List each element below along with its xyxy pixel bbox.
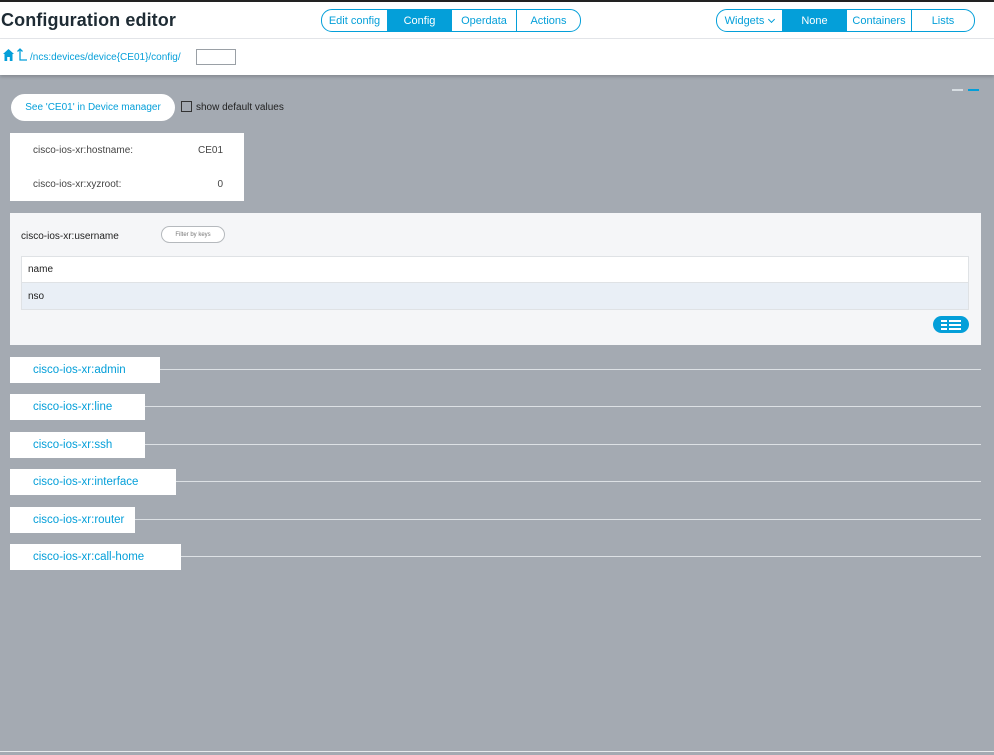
container-line[interactable]: cisco-ios-xr:line xyxy=(10,394,145,420)
list-title: cisco-ios-xr:username xyxy=(21,231,119,242)
column-header-name[interactable]: name xyxy=(22,257,968,283)
leaf-row-hostname: cisco-ios-xr:hostname: CE01 xyxy=(33,145,223,156)
chevron-down-icon xyxy=(768,15,776,23)
widgets-label: Widgets xyxy=(724,14,765,27)
leaf-name: cisco-ios-xr:xyzroot: xyxy=(33,179,122,190)
layout-toggle[interactable] xyxy=(952,89,979,91)
widgets-dropdown[interactable]: Widgets xyxy=(717,10,782,31)
container-row-ssh: cisco-ios-xr:ssh xyxy=(10,432,981,458)
device-manager-button[interactable]: See 'CE01' in Device manager xyxy=(11,94,175,121)
path-bar: /ncs:devices/device{CE01}/config/ xyxy=(0,39,994,75)
tab-actions[interactable]: Actions xyxy=(516,10,580,31)
tab-lists[interactable]: Lists xyxy=(911,10,974,31)
leaf-name: cisco-ios-xr:hostname: xyxy=(33,145,134,156)
table-row[interactable]: nso xyxy=(22,283,968,309)
up-level-icon[interactable] xyxy=(17,48,27,61)
container-ssh[interactable]: cisco-ios-xr:ssh xyxy=(10,432,145,458)
list-view-button[interactable] xyxy=(933,316,969,333)
home-icon[interactable] xyxy=(3,49,14,61)
mode-tabs: Edit config Config Operdata Actions xyxy=(321,9,581,32)
layout-dash-active-icon xyxy=(968,89,979,91)
show-defaults-checkbox[interactable] xyxy=(181,101,192,112)
list-table: name nso xyxy=(21,256,969,310)
breadcrumb-path[interactable]: /ncs:devices/device{CE01}/config/ xyxy=(30,52,181,63)
tab-config[interactable]: Config xyxy=(387,10,451,31)
container-row-admin: cisco-ios-xr:admin xyxy=(10,357,981,383)
container-row-interface: cisco-ios-xr:interface xyxy=(10,469,981,495)
tab-none[interactable]: None xyxy=(782,10,846,31)
container-call-home[interactable]: cisco-ios-xr:call-home xyxy=(10,544,181,570)
tab-containers[interactable]: Containers xyxy=(846,10,911,31)
top-bar: Configuration editor Edit config Config … xyxy=(0,0,994,39)
filter-by-keys-button[interactable]: Filter by keys xyxy=(161,226,225,243)
bottom-divider xyxy=(0,751,994,752)
layout-dash-icon xyxy=(952,89,963,91)
tab-edit-config[interactable]: Edit config xyxy=(322,10,387,31)
leaf-panel: cisco-ios-xr:hostname: CE01 cisco-ios-xr… xyxy=(10,133,244,201)
container-row-router: cisco-ios-xr:router xyxy=(10,507,981,533)
container-admin[interactable]: cisco-ios-xr:admin xyxy=(10,357,160,383)
leaf-value[interactable]: 0 xyxy=(217,179,223,190)
leaf-row-xyzroot: cisco-ios-xr:xyzroot: 0 xyxy=(33,179,223,190)
list-view-icon xyxy=(941,319,961,330)
container-row-call-home: cisco-ios-xr:call-home xyxy=(10,544,981,570)
show-defaults-label: show default values xyxy=(196,102,284,113)
username-list-panel: cisco-ios-xr:username Filter by keys nam… xyxy=(10,213,981,345)
widget-tabs: Widgets None Containers Lists xyxy=(716,9,975,32)
container-row-line: cisco-ios-xr:line xyxy=(10,394,981,420)
container-router[interactable]: cisco-ios-xr:router xyxy=(10,507,135,533)
page-title: Configuration editor xyxy=(1,10,176,30)
tab-operdata[interactable]: Operdata xyxy=(451,10,516,31)
leaf-value[interactable]: CE01 xyxy=(198,145,223,156)
container-interface[interactable]: cisco-ios-xr:interface xyxy=(10,469,176,495)
path-input[interactable] xyxy=(196,49,236,65)
